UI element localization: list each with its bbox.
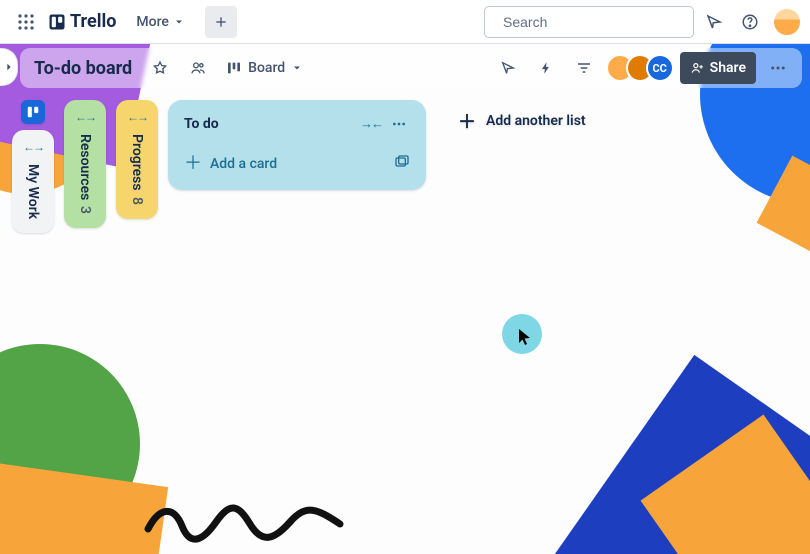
more-horizontal-icon [769,59,787,77]
create-button[interactable] [205,6,237,38]
board-header: To-do board Board CC Share [20,48,802,88]
board-title[interactable]: To-do board [28,54,138,83]
share-button-label: Share [710,60,746,76]
board-view-icon [226,60,242,76]
star-board-button[interactable] [144,52,176,84]
scribble-decoration [140,494,350,544]
add-list-label: Add another list [486,113,586,129]
search-box[interactable] [484,6,694,38]
expand-collapse-icon: ←→ [127,110,147,124]
add-card-label: Add a card [210,156,277,172]
plus-icon [213,14,229,30]
notifications-icon[interactable] [698,6,730,38]
filter-button[interactable] [568,52,600,84]
rocket-icon [500,60,516,76]
top-navbar: Trello More [0,0,810,44]
collapsed-list-progress[interactable]: ←→ Progress 8 [116,100,158,219]
automation-button[interactable] [530,52,562,84]
bolt-icon [539,60,553,76]
card-template-button[interactable] [394,154,410,174]
plus-icon: ＋ [184,155,202,173]
share-icon [690,61,704,75]
plus-icon: ＋ [458,108,476,134]
filter-icon [576,60,592,76]
help-icon[interactable] [734,6,766,38]
board-members[interactable]: CC [606,54,674,82]
cursor-highlight [502,314,542,354]
app-switcher-icon[interactable] [10,6,42,38]
trello-logo[interactable]: Trello [48,11,116,32]
expand-collapse-icon: ←→ [75,110,95,124]
lists-container: ←→ My Work ←→ Resources 3 ←→ Progress 8 … [12,100,598,233]
star-icon [152,60,168,76]
expand-sidebar-button[interactable] [0,48,18,86]
collapsed-list-count: 8 [129,197,145,205]
share-button[interactable]: Share [680,52,756,84]
member-avatar[interactable]: CC [646,54,674,82]
collapsed-list-label: Resources [77,134,93,200]
collapsed-list-mywork[interactable]: ←→ My Work [12,130,54,233]
chevron-down-icon [291,62,303,74]
collapse-list-button[interactable]: →← [358,112,384,136]
chevron-right-icon [4,62,14,72]
cursor-icon [518,328,532,346]
trello-logo-text: Trello [70,11,116,32]
view-switcher-label: Board [248,60,285,76]
workspace-visibility-button[interactable] [182,52,214,84]
list-title[interactable]: To do [184,116,352,132]
more-horizontal-icon [391,116,407,132]
nav-more[interactable]: More [126,8,195,36]
expand-collapse-icon: ←→ [23,140,43,154]
mywork-app-icon[interactable] [21,100,45,124]
list-todo: To do →← ＋ Add a card [168,100,426,190]
list-menu-button[interactable] [386,112,412,136]
collapsed-list-label: Progress [129,134,145,191]
search-input[interactable] [501,13,686,31]
collapsed-list-label: My Work [25,164,41,219]
rocket-button[interactable] [492,52,524,84]
people-icon [190,60,206,76]
account-avatar[interactable] [774,9,800,35]
nav-more-label: More [136,14,169,30]
add-card-button[interactable]: ＋ Add a card [176,146,418,182]
board-menu-button[interactable] [762,52,794,84]
collapsed-list-resources[interactable]: ←→ Resources 3 [64,100,106,228]
add-list-button[interactable]: ＋ Add another list [446,100,598,142]
collapsed-list-count: 3 [77,206,93,214]
view-switcher[interactable]: Board [220,52,309,84]
chevron-down-icon [173,16,185,28]
